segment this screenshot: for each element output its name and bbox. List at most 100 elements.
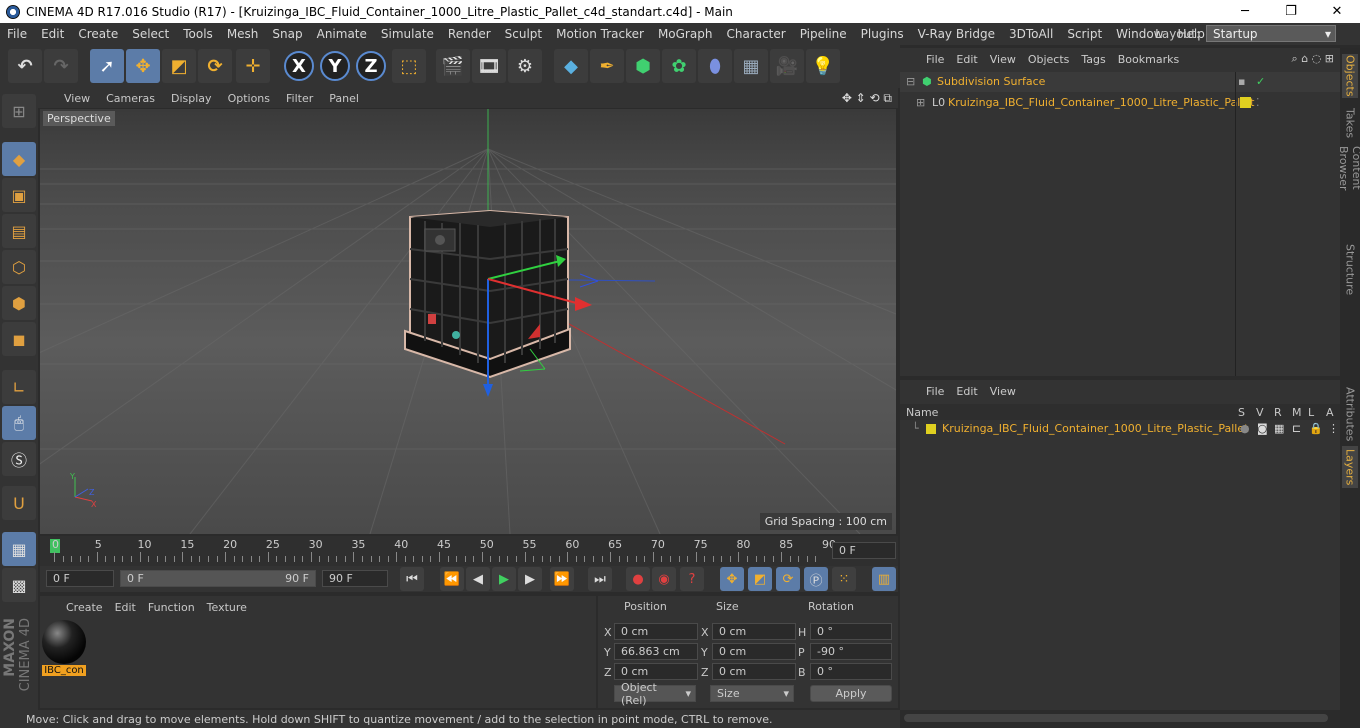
layer-col-solo[interactable]: S <box>1238 406 1245 419</box>
rot-p-field[interactable]: -90 ° <box>810 643 892 660</box>
objects-menu-objects[interactable]: Objects <box>1022 53 1076 66</box>
menu-plugins[interactable]: Plugins <box>854 27 911 41</box>
recent-tool-icon[interactable]: ✛ <box>236 49 270 83</box>
pos-y-field[interactable]: 66.863 cm <box>614 643 698 660</box>
record-keyframe-icon[interactable]: ● <box>626 567 650 591</box>
position-key-icon[interactable]: ✥ <box>720 567 744 591</box>
layer-col-animation[interactable]: A <box>1326 406 1334 419</box>
layers-menu-view[interactable]: View <box>984 385 1022 398</box>
current-frame-field[interactable]: 0 F <box>832 542 896 559</box>
visibility-dots-icon[interactable]: ▪ <box>1238 75 1245 88</box>
axis-mode-icon[interactable]: ∟ <box>2 370 36 404</box>
menu-create[interactable]: Create <box>71 27 125 41</box>
viewport-navigation-icons[interactable]: ✥ ⇕ ⟲ ⧉ <box>842 91 898 106</box>
material-menu-edit[interactable]: Edit <box>109 601 142 614</box>
snapping-icon[interactable]: Ⓢ <box>2 442 36 476</box>
render-view-icon[interactable]: 🎬 <box>436 49 470 83</box>
spline-pen-icon[interactable]: ✒ <box>590 49 624 83</box>
make-editable-icon[interactable]: ⊞ <box>2 94 36 128</box>
tweak-mode-icon[interactable]: 🖱 <box>2 406 36 440</box>
layer-col-name[interactable]: Name <box>906 406 938 419</box>
menu-edit[interactable]: Edit <box>34 27 71 41</box>
menu-select[interactable]: Select <box>125 27 176 41</box>
menu-script[interactable]: Script <box>1060 27 1109 41</box>
perspective-viewport[interactable]: Y X Z Perspective Grid Spacing : 100 cm <box>40 109 896 534</box>
rotate-tool-icon[interactable]: ⟳ <box>198 49 232 83</box>
subdivision-surface-icon[interactable]: ⬢ <box>626 49 660 83</box>
scale-key-icon[interactable]: ◩ <box>748 567 772 591</box>
point-level-key-icon[interactable]: ⁙ <box>832 567 856 591</box>
workplane-mode-icon[interactable]: ▤ <box>2 214 36 248</box>
render-settings-icon[interactable]: ⚙ <box>508 49 542 83</box>
menu-character[interactable]: Character <box>719 27 792 41</box>
next-keyframe-icon[interactable]: ⏩ <box>550 567 574 591</box>
polygons-mode-icon[interactable]: ◼ <box>2 322 36 356</box>
previous-keyframe-icon[interactable]: ⏪ <box>440 567 464 591</box>
render-toggle-icon[interactable]: ▦ <box>1274 422 1284 435</box>
go-to-end-icon[interactable]: ⏭ <box>588 567 612 591</box>
parameter-key-icon[interactable]: Ⓟ <box>804 567 828 591</box>
size-x-field[interactable]: 0 cm <box>712 623 796 640</box>
tab-takes[interactable]: Takes <box>1342 104 1358 142</box>
expand-icon[interactable]: ⊞ <box>916 96 925 109</box>
deformer-icon[interactable]: ⬮ <box>698 49 732 83</box>
object-row-subdivision[interactable]: ⊟ ⬢ Subdivision Surface ▪ ✓ <box>900 72 1340 92</box>
x-axis-lock-button[interactable]: X <box>284 51 314 81</box>
timeline-window-icon[interactable]: ▥ <box>872 567 896 591</box>
coordinate-mode-dropdown[interactable]: Object (Rel) ▾ <box>614 681 696 707</box>
rotation-key-icon[interactable]: ⟳ <box>776 567 800 591</box>
apply-button[interactable]: Apply <box>810 685 892 702</box>
keyframe-selection-icon[interactable]: ? <box>680 567 704 591</box>
menu-pipeline[interactable]: Pipeline <box>793 27 854 41</box>
live-selection-icon[interactable]: ➚ <box>90 49 124 83</box>
manager-toggle-icon[interactable]: ⊏ <box>1292 422 1301 435</box>
menu-mograph[interactable]: MoGraph <box>651 27 720 41</box>
material-swatch[interactable]: IBC_con <box>42 620 86 678</box>
viewport-menu-view[interactable]: View <box>56 92 98 105</box>
menu-vray-bridge[interactable]: V-Ray Bridge <box>911 27 1002 41</box>
layer-color-tag[interactable] <box>1240 97 1251 108</box>
pos-z-field[interactable]: 0 cm <box>614 663 698 680</box>
floor-icon[interactable]: ▦ <box>734 49 768 83</box>
pos-x-field[interactable]: 0 cm <box>614 623 698 640</box>
frame-range-slider[interactable]: 0 F 90 F <box>120 570 316 587</box>
menu-file[interactable]: File <box>0 27 34 41</box>
object-name-subdivision[interactable]: Subdivision Surface <box>937 75 1045 88</box>
object-row-container[interactable]: ⊞ L0 Kruizinga_IBC_Fluid_Container_1000_… <box>900 93 1340 113</box>
autokey-icon[interactable]: ◉ <box>652 567 676 591</box>
size-mode-dropdown[interactable]: Size ▾ <box>710 685 794 702</box>
layout-dropdown[interactable]: Startup ▾ <box>1206 25 1336 42</box>
layers-menu-file[interactable]: File <box>920 385 950 398</box>
menu-animate[interactable]: Animate <box>310 27 374 41</box>
texture-mode-icon[interactable]: ▣ <box>2 178 36 212</box>
redo-icon[interactable]: ↷ <box>44 49 78 83</box>
edges-mode-icon[interactable]: ⬢ <box>2 286 36 320</box>
object-name-container[interactable]: Kruizinga_IBC_Fluid_Container_1000_Litre… <box>948 96 1254 109</box>
end-frame-field[interactable]: 90 F <box>322 570 388 587</box>
minimize-button[interactable]: ─ <box>1222 0 1268 23</box>
magnet-icon[interactable]: U <box>2 486 36 520</box>
objects-menu-view[interactable]: View <box>984 53 1022 66</box>
collapse-icon[interactable]: ⊟ <box>906 75 915 88</box>
points-mode-icon[interactable]: ⬡ <box>2 250 36 284</box>
layers-menu-edit[interactable]: Edit <box>950 385 983 398</box>
coordinate-system-icon[interactable]: ⬚ <box>392 49 426 83</box>
menu-mesh[interactable]: Mesh <box>220 27 266 41</box>
play-icon[interactable]: ▶ <box>492 567 516 591</box>
menu-3dtoall[interactable]: 3DToAll <box>1002 27 1060 41</box>
layer-col-manager[interactable]: M <box>1292 406 1302 419</box>
light-icon[interactable]: 💡 <box>806 49 840 83</box>
close-button[interactable]: ✕ <box>1314 0 1360 23</box>
menu-simulate[interactable]: Simulate <box>374 27 441 41</box>
timeline-ruler[interactable]: 0 5 10 15 20 25 30 35 40 45 50 55 60 65 70 75 80 85 90 0 F <box>40 536 898 566</box>
tab-objects[interactable]: Objects <box>1342 54 1358 98</box>
search-icon[interactable]: ⌕ ⌂ ◌ ⊞ <box>1292 52 1340 66</box>
start-frame-field[interactable]: 0 F <box>46 570 114 587</box>
objects-menu-bookmarks[interactable]: Bookmarks <box>1112 53 1185 66</box>
camera-icon[interactable]: 🎥 <box>770 49 804 83</box>
objects-menu-edit[interactable]: Edit <box>950 53 983 66</box>
material-menu-function[interactable]: Function <box>142 601 201 614</box>
maximize-button[interactable]: ❐ <box>1268 0 1314 23</box>
visibility-dots-icon[interactable]: ⁚ <box>1256 96 1260 109</box>
size-z-field[interactable]: 0 cm <box>712 663 796 680</box>
